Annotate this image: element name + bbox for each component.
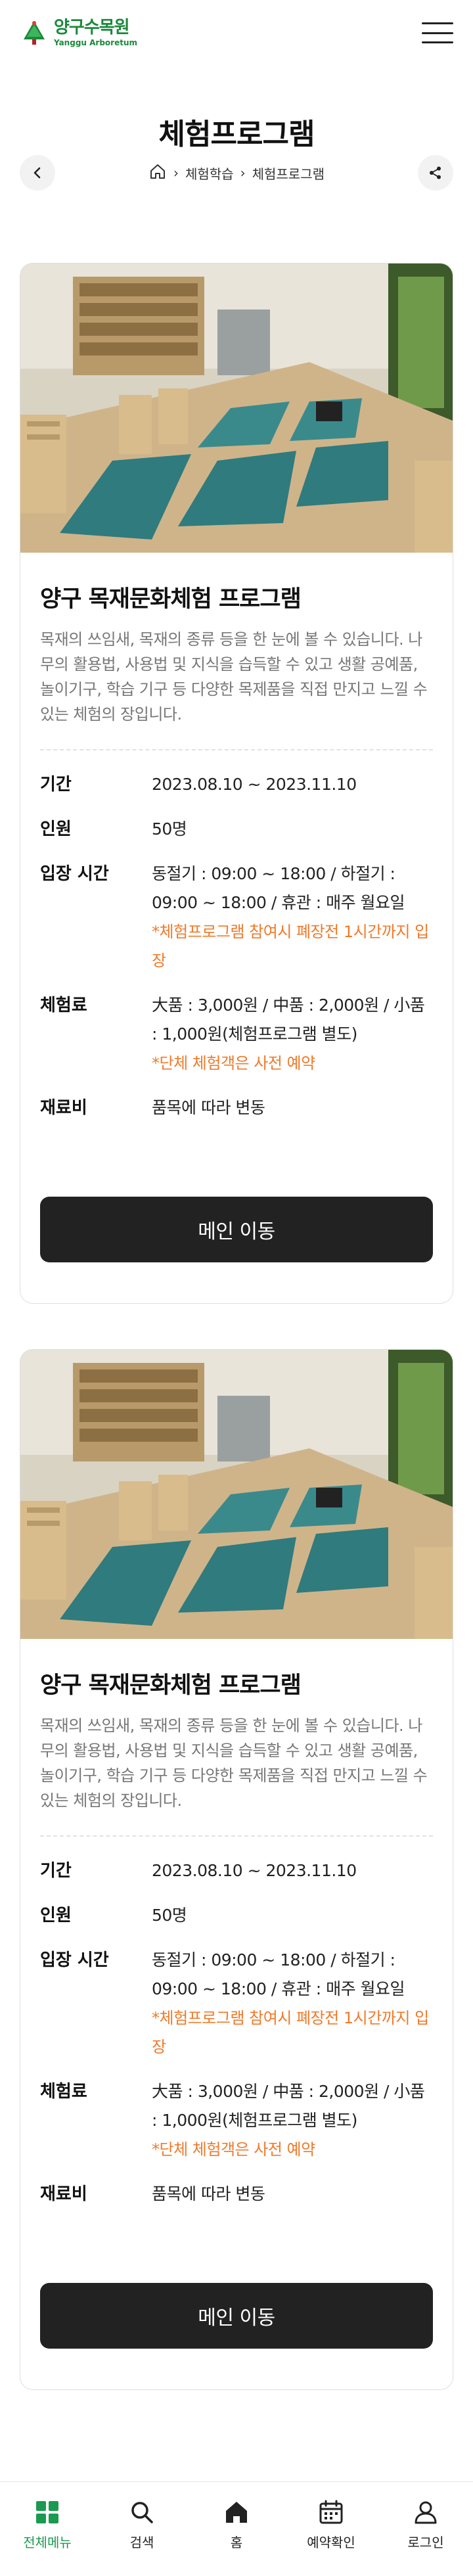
info-row: 입장 시간 동절기 : 09:00 ~ 18:00 / 하절기 : 09:00 … bbox=[40, 860, 433, 975]
nav-item-login[interactable]: 로그인 bbox=[383, 2499, 468, 2551]
hamburger-line bbox=[422, 32, 453, 34]
info-note: *체험프로그램 참여시 폐장전 1시간까지 입장 bbox=[152, 923, 429, 970]
info-value: 품목에 따라 변동 bbox=[152, 2180, 433, 2209]
info-row: 입장 시간 동절기 : 09:00 ~ 18:00 / 하절기 : 09:00 … bbox=[40, 1946, 433, 2061]
info-row: 재료비 품목에 따라 변동 bbox=[40, 2180, 433, 2209]
info-value: 2023.08.10 ~ 2023.11.10 bbox=[152, 1856, 433, 1885]
user-icon bbox=[415, 2501, 437, 2524]
nav-item-reservation[interactable]: 예약확인 bbox=[288, 2499, 374, 2551]
search-icon bbox=[131, 2502, 153, 2523]
card-description: 목재의 쓰임새, 목재의 종류 등을 한 눈에 볼 수 있습니다. 나무의 활용… bbox=[40, 630, 428, 724]
home-icon bbox=[226, 2502, 247, 2523]
info-value-text: 大품 : 3,000원 / 中품 : 2,000원 / 小품 : 1,000원(… bbox=[152, 2082, 425, 2130]
info-value-text: 50명 bbox=[152, 1906, 187, 1925]
info-value: 大품 : 3,000원 / 中품 : 2,000원 / 小품 : 1,000원(… bbox=[152, 991, 433, 1078]
card-body: 양구 목재문화체험 프로그램 목재의 쓰임새, 목재의 종류 등을 한 눈에 볼… bbox=[20, 1639, 453, 2209]
hamburger-line bbox=[422, 22, 453, 24]
breadcrumb-item-current[interactable]: 체험프로그램 bbox=[252, 164, 325, 183]
nav-label: 전체메뉴 bbox=[23, 2535, 72, 2550]
logo[interactable]: 양구수목원 Yanggu Arboretum bbox=[20, 19, 137, 47]
main-move-button[interactable]: 메인 이동 bbox=[40, 1197, 433, 1262]
nav-item-home[interactable]: 홈 bbox=[194, 2499, 279, 2551]
logo-korean: 양구수목원 bbox=[54, 18, 130, 37]
card-title: 양구 목재문화체험 프로그램 bbox=[40, 586, 302, 612]
hamburger-line bbox=[422, 41, 453, 43]
nav-label: 검색 bbox=[129, 2535, 154, 2550]
info-value-text: 품목에 따라 변동 bbox=[152, 2184, 265, 2203]
nav-item-search[interactable]: 검색 bbox=[99, 2499, 185, 2551]
card-description: 목재의 쓰임새, 목재의 종류 등을 한 눈에 볼 수 있습니다. 나무의 활용… bbox=[40, 1716, 428, 1810]
info-label: 체험료 bbox=[40, 2082, 87, 2102]
workshop-room-photo bbox=[20, 1350, 453, 1639]
info-value-text: 동절기 : 09:00 ~ 18:00 / 하절기 : 09:00 ~ 18:0… bbox=[152, 1950, 405, 1998]
home-icon[interactable] bbox=[148, 162, 167, 184]
info-row: 재료비 품목에 따라 변동 bbox=[40, 1093, 433, 1122]
info-value-text: 2023.08.10 ~ 2023.11.10 bbox=[152, 775, 357, 794]
hamburger-menu-button[interactable] bbox=[422, 21, 453, 45]
info-label: 기간 bbox=[40, 775, 72, 794]
bottom-navigation: 전체메뉴 검색 홈 예약확인 로그인 bbox=[0, 2481, 473, 2576]
program-photo bbox=[20, 264, 453, 553]
info-value: 동절기 : 09:00 ~ 18:00 / 하절기 : 09:00 ~ 18:0… bbox=[152, 1946, 433, 2061]
info-label: 인원 bbox=[40, 819, 72, 839]
card-body: 양구 목재문화체험 프로그램 목재의 쓰임새, 목재의 종류 등을 한 눈에 볼… bbox=[20, 553, 453, 1122]
info-list: 기간 2023.08.10 ~ 2023.11.10 인원 50명 입장 시간 bbox=[40, 770, 433, 1122]
info-row: 기간 2023.08.10 ~ 2023.11.10 bbox=[40, 770, 433, 799]
breadcrumb-item[interactable]: 체험학습 bbox=[185, 164, 234, 183]
info-value-text: 50명 bbox=[152, 819, 187, 839]
info-label: 재료비 bbox=[40, 2184, 87, 2204]
info-row: 기간 2023.08.10 ~ 2023.11.10 bbox=[40, 1856, 433, 1885]
info-label: 입장 시간 bbox=[40, 1950, 109, 1970]
nav-label: 예약확인 bbox=[307, 2535, 355, 2550]
info-list: 기간 2023.08.10 ~ 2023.11.10 인원 50명 입장 시간 bbox=[40, 1856, 433, 2209]
nav-label: 로그인 bbox=[407, 2535, 444, 2550]
header: 양구수목원 Yanggu Arboretum bbox=[0, 0, 473, 66]
info-value-text: 품목에 따라 변동 bbox=[152, 1098, 265, 1117]
logo-english: Yanggu Arboretum bbox=[54, 38, 138, 47]
info-row: 체험료 大품 : 3,000원 / 中품 : 2,000원 / 小품 : 1,0… bbox=[40, 2077, 433, 2164]
nav-label: 홈 bbox=[230, 2535, 243, 2550]
divider bbox=[40, 749, 433, 750]
info-label: 체험료 bbox=[40, 996, 87, 1015]
nav-item-all-menu[interactable]: 전체메뉴 bbox=[5, 2499, 90, 2551]
info-value-text: 大품 : 3,000원 / 中품 : 2,000원 / 小품 : 1,000원(… bbox=[152, 996, 425, 1044]
program-card: 양구 목재문화체험 프로그램 목재의 쓰임새, 목재의 종류 등을 한 눈에 볼… bbox=[20, 1349, 453, 2390]
share-button[interactable] bbox=[417, 155, 453, 191]
info-value-text: 2023.08.10 ~ 2023.11.10 bbox=[152, 1861, 357, 1880]
main-move-button[interactable]: 메인 이동 bbox=[40, 2283, 433, 2349]
grid-icon bbox=[36, 2501, 58, 2523]
program-photo bbox=[20, 1350, 453, 1639]
info-value: 동절기 : 09:00 ~ 18:00 / 하절기 : 09:00 ~ 18:0… bbox=[152, 860, 433, 975]
calendar-icon bbox=[319, 2500, 343, 2524]
info-value: 50명 bbox=[152, 1901, 433, 1930]
chevron-left-icon bbox=[34, 167, 41, 179]
workshop-room-photo bbox=[20, 264, 453, 553]
back-button[interactable] bbox=[20, 155, 55, 191]
chevron-right-icon: › bbox=[240, 165, 246, 181]
info-label: 재료비 bbox=[40, 1098, 87, 1118]
breadcrumb-bar: › 체험학습 › 체험프로그램 bbox=[20, 155, 453, 191]
info-label: 입장 시간 bbox=[40, 864, 109, 884]
info-label: 기간 bbox=[40, 1861, 72, 1881]
info-note: *단체 체험객은 사전 예약 bbox=[152, 2140, 315, 2159]
info-value-text: 동절기 : 09:00 ~ 18:00 / 하절기 : 09:00 ~ 18:0… bbox=[152, 864, 405, 912]
page-title: 체험프로그램 bbox=[158, 118, 315, 151]
tree-logo-icon bbox=[20, 20, 49, 46]
info-note: *단체 체험객은 사전 예약 bbox=[152, 1054, 315, 1072]
info-row: 체험료 大품 : 3,000원 / 中품 : 2,000원 / 小품 : 1,0… bbox=[40, 991, 433, 1078]
info-value: 大품 : 3,000원 / 中품 : 2,000원 / 小품 : 1,000원(… bbox=[152, 2077, 433, 2164]
share-icon bbox=[429, 166, 441, 179]
divider bbox=[40, 1835, 433, 1837]
info-value: 50명 bbox=[152, 815, 433, 844]
card-title: 양구 목재문화체험 프로그램 bbox=[40, 1672, 302, 1699]
info-row: 인원 50명 bbox=[40, 1901, 433, 1930]
program-card: 양구 목재문화체험 프로그램 목재의 쓰임새, 목재의 종류 등을 한 눈에 볼… bbox=[20, 263, 453, 1304]
info-value: 품목에 따라 변동 bbox=[152, 1093, 433, 1122]
breadcrumb: › 체험학습 › 체험프로그램 bbox=[148, 162, 325, 184]
info-label: 인원 bbox=[40, 1906, 72, 1925]
chevron-right-icon: › bbox=[173, 165, 179, 181]
info-note: *체험프로그램 참여시 폐장전 1시간까지 입장 bbox=[152, 2009, 429, 2056]
info-row: 인원 50명 bbox=[40, 815, 433, 844]
info-value: 2023.08.10 ~ 2023.11.10 bbox=[152, 770, 433, 799]
